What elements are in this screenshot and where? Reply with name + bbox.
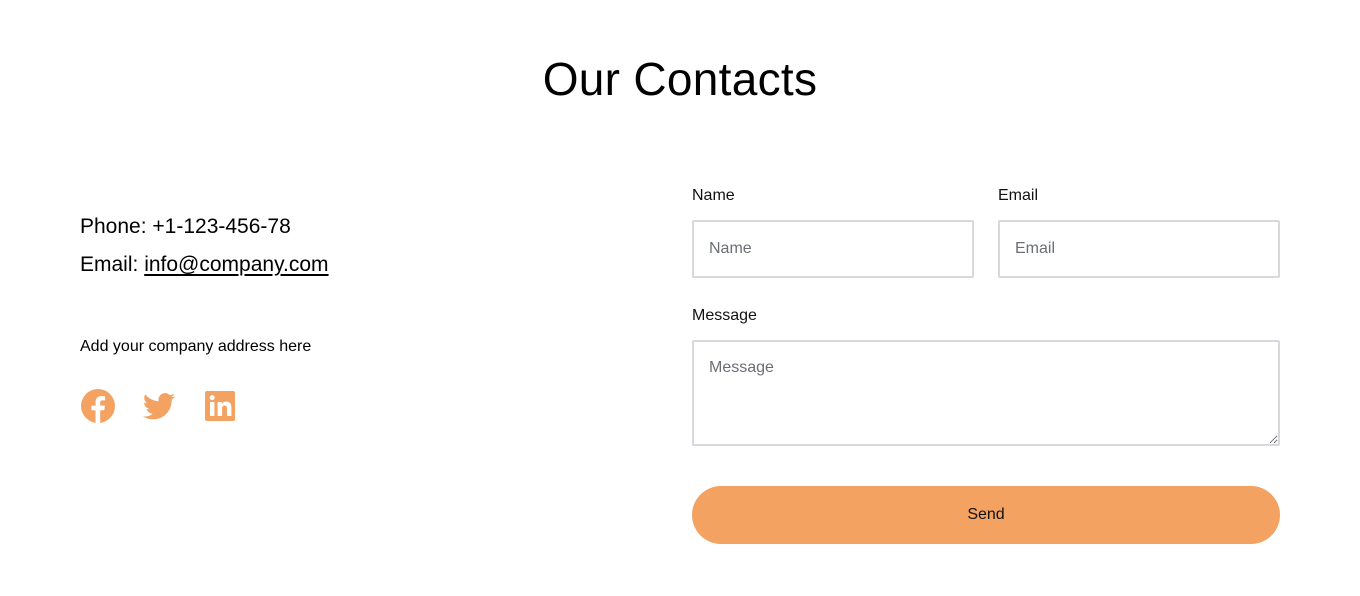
message-textarea[interactable] — [692, 340, 1280, 446]
contact-form: Name Email Message Send — [692, 180, 1280, 544]
company-address: Add your company address here — [80, 338, 312, 355]
phone-value: +1-123-456-78 — [152, 215, 291, 238]
message-field-group: Message — [692, 305, 1280, 446]
twitter-link[interactable] — [141, 388, 177, 424]
send-button[interactable]: Send — [692, 486, 1280, 544]
name-email-row: Name Email — [692, 180, 1280, 278]
email-line: Email: info@company.com — [80, 246, 600, 284]
email-label-form: Email — [998, 187, 1039, 204]
page-title: Our Contacts — [542, 53, 818, 105]
message-label: Message — [692, 307, 757, 324]
phone-line: Phone: +1-123-456-78 — [80, 208, 600, 246]
email-input[interactable] — [998, 220, 1280, 278]
facebook-link[interactable] — [80, 388, 116, 424]
name-label: Name — [692, 187, 735, 204]
linkedin-link[interactable] — [202, 388, 238, 424]
facebook-icon — [81, 389, 115, 423]
twitter-icon — [142, 393, 175, 420]
contacts-section: Our Contacts Phone: +1-123-456-78 Email:… — [0, 0, 1360, 596]
email-label: Email: — [80, 253, 139, 276]
phone-label: Phone: — [80, 215, 147, 238]
email-link[interactable]: info@company.com — [144, 253, 328, 276]
name-field-group: Name — [692, 180, 974, 278]
email-field-group: Email — [998, 180, 1280, 278]
linkedin-icon — [205, 391, 235, 421]
name-input[interactable] — [692, 220, 974, 278]
social-links — [80, 388, 238, 424]
contact-info: Phone: +1-123-456-78 Email: info@company… — [80, 208, 600, 284]
